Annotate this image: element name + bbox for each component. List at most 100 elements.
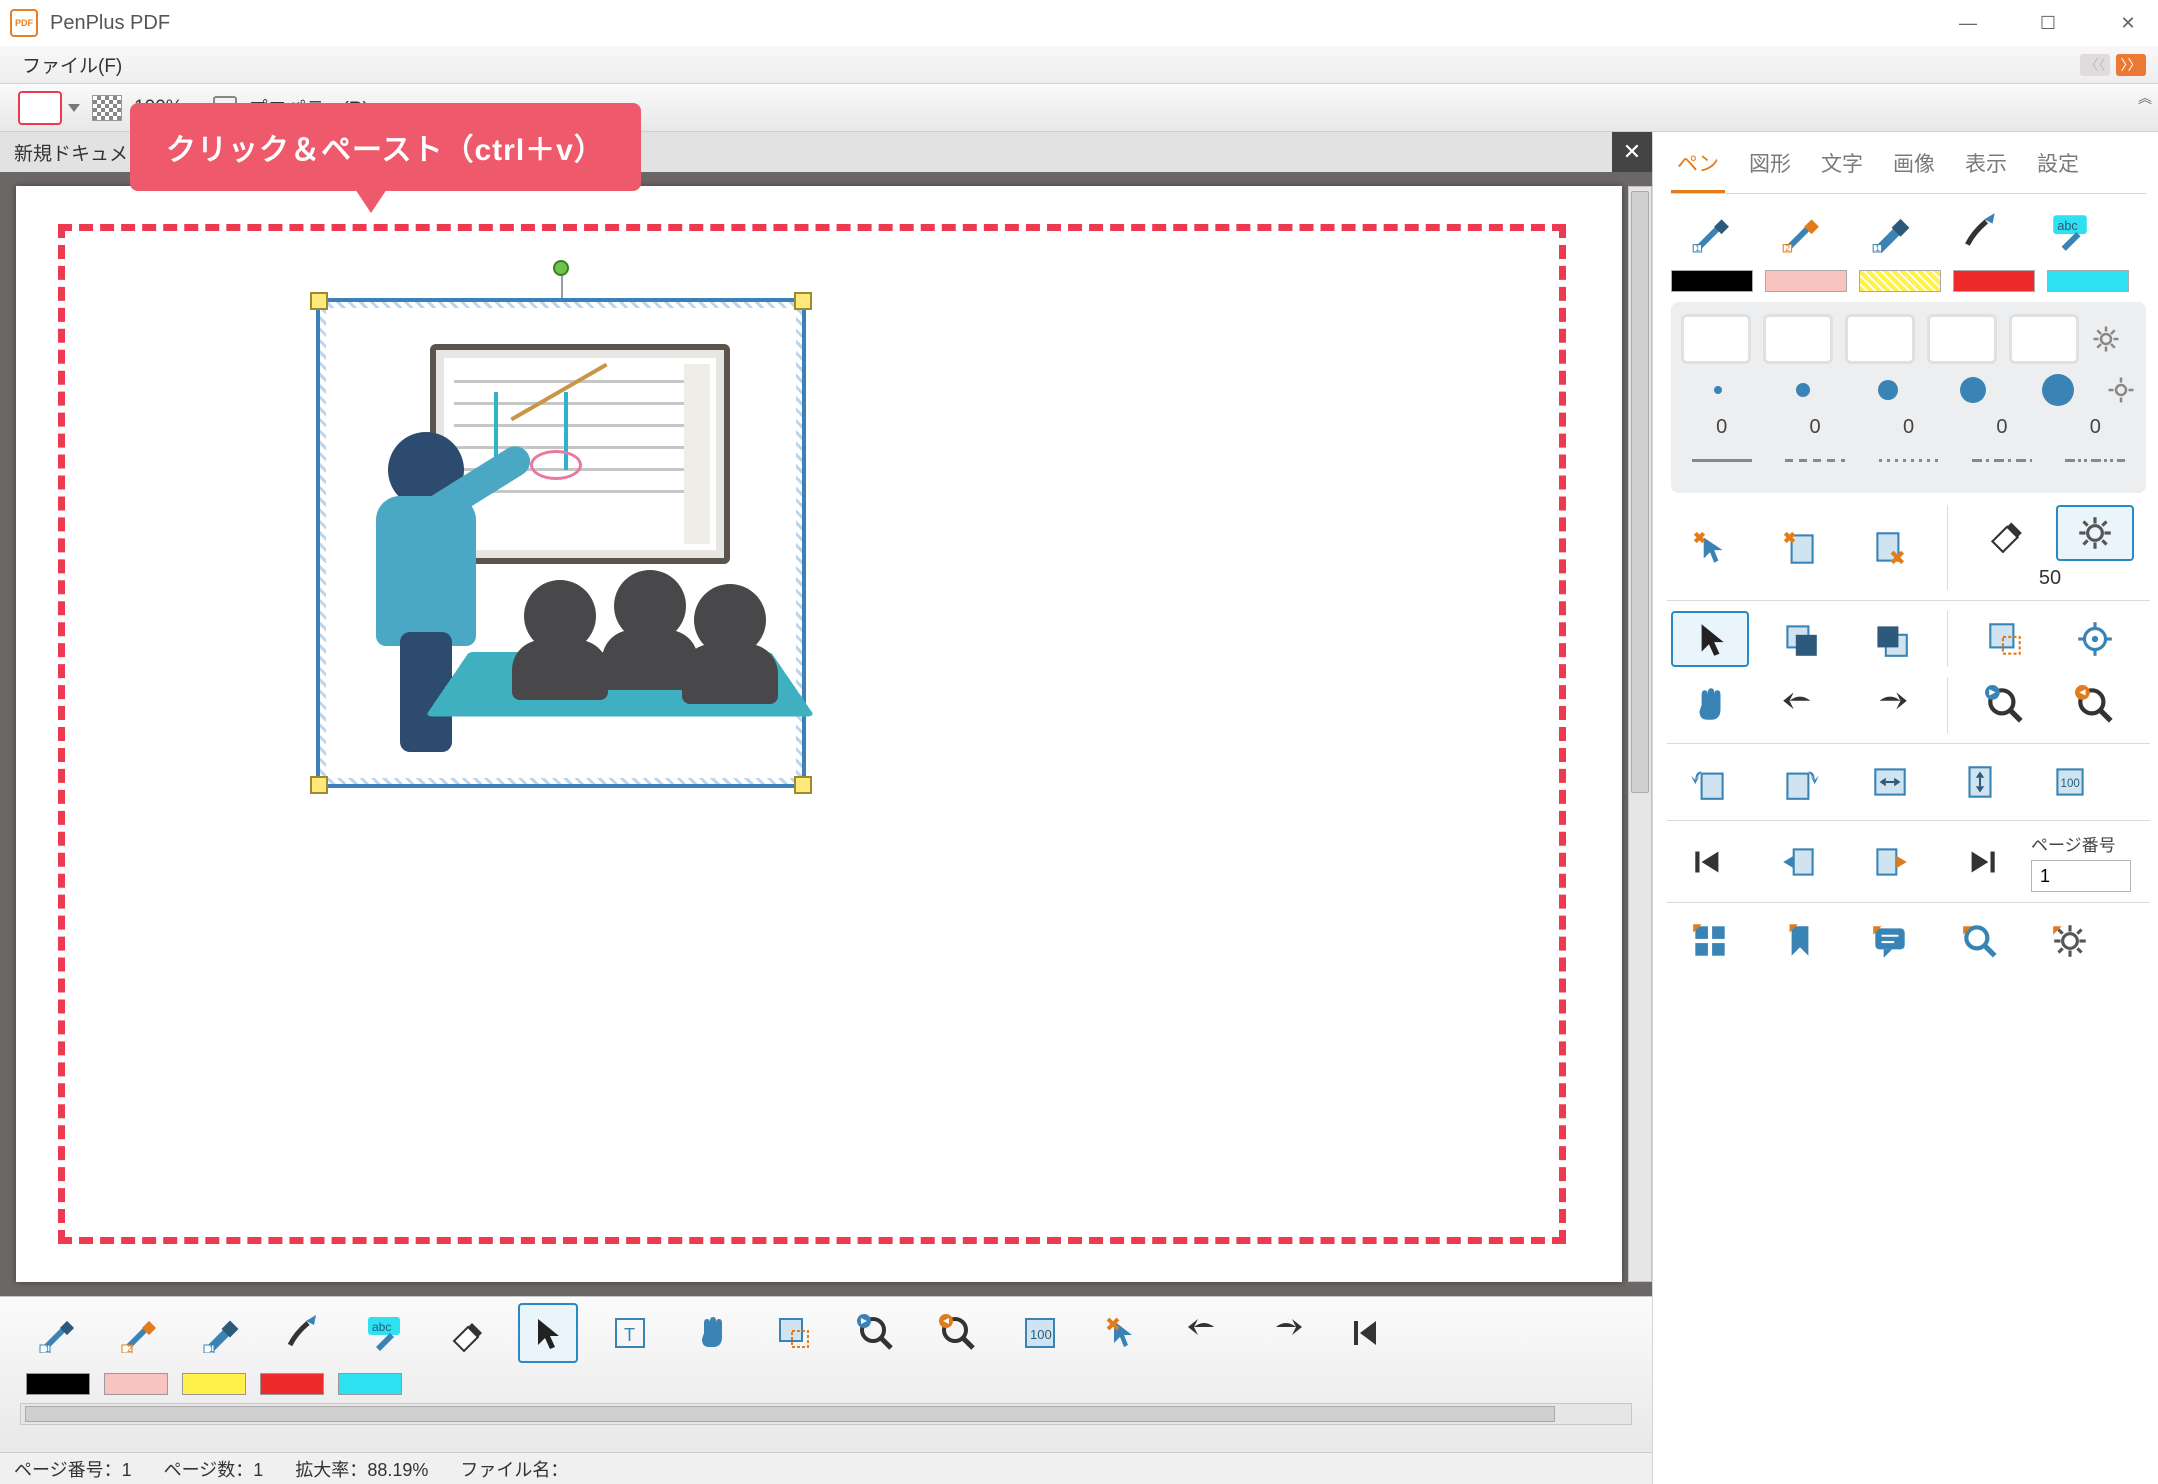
comment-tool[interactable] <box>1851 913 1929 969</box>
pen-preset-slot-3[interactable] <box>1845 314 1915 364</box>
first-page-tool[interactable] <box>1338 1303 1398 1363</box>
resize-handle-bl[interactable] <box>310 776 328 794</box>
line-style-dot[interactable] <box>1868 449 1949 471</box>
sp-color-yellow[interactable] <box>1859 270 1941 292</box>
page-number-input[interactable] <box>2031 860 2131 892</box>
sp-highlighter[interactable]: 1 <box>1851 204 1929 260</box>
pen-tool-2[interactable]: 2 <box>108 1303 168 1363</box>
sp-color-cyan[interactable] <box>2047 270 2129 292</box>
eraser-tool[interactable] <box>436 1303 496 1363</box>
fill-pattern-swatch[interactable] <box>92 95 122 121</box>
pen-size-2[interactable] <box>1796 383 1810 397</box>
text-box-tool[interactable]: T <box>600 1303 660 1363</box>
clear-selection-tool[interactable] <box>1092 1303 1152 1363</box>
window-minimize-button[interactable]: — <box>1948 3 1988 43</box>
rotate-left-tool[interactable] <box>1671 754 1749 810</box>
sp-redo[interactable] <box>1851 677 1929 733</box>
highlighter-tool[interactable]: 1 <box>190 1303 250 1363</box>
resize-handle-tr[interactable] <box>794 292 812 310</box>
center-target-tool[interactable] <box>2056 611 2134 667</box>
stroke-color-swatch[interactable] <box>18 91 62 125</box>
delete-document-tool[interactable] <box>1851 520 1929 576</box>
pen-size-3[interactable] <box>1878 380 1898 400</box>
layer-front-tool[interactable] <box>1851 611 1929 667</box>
text-highlight-tool[interactable]: abc <box>354 1303 414 1363</box>
quick-color-cyan[interactable] <box>338 1373 402 1395</box>
nav-back-button[interactable]: 〈〈 <box>2080 54 2110 76</box>
pen-preset-slot-1[interactable] <box>1681 314 1751 364</box>
rotation-handle[interactable] <box>553 260 569 276</box>
size-settings-gear-icon[interactable] <box>2106 375 2136 405</box>
sp-pen-2[interactable]: 2 <box>1761 204 1839 260</box>
delete-page-object-tool[interactable] <box>1761 520 1839 576</box>
vertical-scrollbar[interactable] <box>1628 186 1652 1282</box>
tab-pen[interactable]: ペン <box>1671 140 1725 193</box>
next-page-btn[interactable] <box>1851 834 1929 890</box>
quick-color-yellow[interactable] <box>182 1373 246 1395</box>
eraser-settings-tool[interactable] <box>2056 505 2134 561</box>
sp-zoom-out[interactable] <box>1966 677 2044 733</box>
sp-color-red[interactable] <box>1953 270 2035 292</box>
pen-opacity-4[interactable]: 0 <box>1961 416 2042 439</box>
pen-preset-slot-2[interactable] <box>1763 314 1833 364</box>
zoom-in-tool[interactable] <box>928 1303 988 1363</box>
redo-tool[interactable] <box>1256 1303 1316 1363</box>
pen-opacity-3[interactable]: 0 <box>1868 416 1949 439</box>
tab-text[interactable]: 文字 <box>1815 140 1869 193</box>
pen-opacity-2[interactable]: 0 <box>1774 416 1855 439</box>
stroke-color-dropdown-icon[interactable] <box>68 104 80 112</box>
pen-size-4[interactable] <box>1960 377 1986 403</box>
pen-preset-slot-5[interactable] <box>2009 314 2079 364</box>
search-tool[interactable] <box>1941 913 2019 969</box>
zoom-out-tool[interactable] <box>846 1303 906 1363</box>
nav-forward-button[interactable]: 〉〉 <box>2116 54 2146 76</box>
first-page-btn[interactable] <box>1671 834 1749 890</box>
sp-text-highlight[interactable]: abc <box>2031 204 2109 260</box>
fit-width-tool[interactable] <box>1851 754 1929 810</box>
zoom-actual-tool[interactable]: 100 <box>2031 754 2109 810</box>
quick-color-pink[interactable] <box>104 1373 168 1395</box>
sp-zoom-in[interactable] <box>2056 677 2134 733</box>
sp-color-black[interactable] <box>1671 270 1753 292</box>
window-close-button[interactable]: ✕ <box>2108 3 2148 43</box>
undo-tool[interactable] <box>1174 1303 1234 1363</box>
line-style-dashdotdot[interactable] <box>2055 449 2136 471</box>
area-select-tool[interactable] <box>764 1303 824 1363</box>
thumbnails-tool[interactable] <box>1671 913 1749 969</box>
document-tab-close-button[interactable]: ✕ <box>1612 132 1652 172</box>
layer-back-tool[interactable] <box>1761 611 1839 667</box>
canvas-area[interactable] <box>0 172 1652 1296</box>
resize-handle-tl[interactable] <box>310 292 328 310</box>
sp-area-select[interactable] <box>1966 611 2044 667</box>
sp-select-tool[interactable] <box>1671 611 1749 667</box>
page[interactable] <box>16 186 1622 1282</box>
tab-image[interactable]: 画像 <box>1887 140 1941 193</box>
quick-color-red[interactable] <box>260 1373 324 1395</box>
bottom-horizontal-scrollbar[interactable] <box>20 1403 1632 1425</box>
selected-image-object[interactable] <box>316 298 806 788</box>
preset-settings-gear-icon[interactable] <box>2091 324 2121 354</box>
bottom-scrollbar-thumb[interactable] <box>25 1406 1555 1422</box>
tab-shape[interactable]: 図形 <box>1743 140 1797 193</box>
pen-opacity-1[interactable]: 0 <box>1681 416 1762 439</box>
quick-color-black[interactable] <box>26 1373 90 1395</box>
bookmark-tool[interactable] <box>1761 913 1839 969</box>
pen-size-5[interactable] <box>2042 374 2074 406</box>
sp-pen-1[interactable]: 1 <box>1671 204 1749 260</box>
pen-preset-slot-4[interactable] <box>1927 314 1997 364</box>
pan-tool[interactable] <box>682 1303 742 1363</box>
zoom-100-tool[interactable]: 100 <box>1010 1303 1070 1363</box>
sp-pan-tool[interactable] <box>1671 677 1749 733</box>
collapse-propbar-icon[interactable]: ︽ <box>2138 88 2152 108</box>
rotate-right-tool[interactable] <box>1761 754 1839 810</box>
tab-settings[interactable]: 設定 <box>2031 140 2085 193</box>
delete-cursor-tool[interactable] <box>1671 520 1749 576</box>
pen-opacity-5[interactable]: 0 <box>2055 416 2136 439</box>
pen-tool-1[interactable]: 1 <box>26 1303 86 1363</box>
tab-view[interactable]: 表示 <box>1959 140 2013 193</box>
sp-brush[interactable] <box>1941 204 2019 260</box>
eraser-tool-sp[interactable] <box>1966 505 2044 561</box>
pen-size-1[interactable] <box>1714 386 1722 394</box>
settings-tool[interactable] <box>2031 913 2109 969</box>
sp-undo[interactable] <box>1761 677 1839 733</box>
